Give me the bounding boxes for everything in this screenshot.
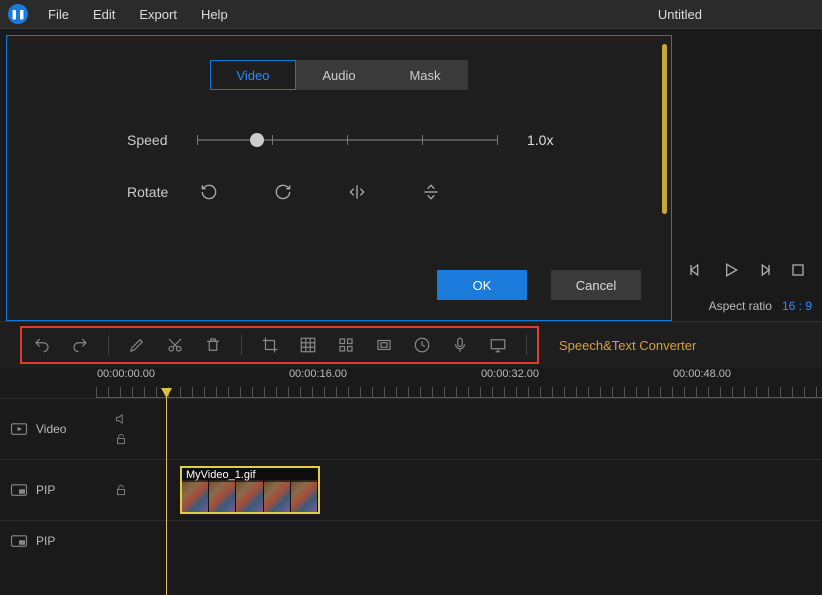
- menu-edit[interactable]: Edit: [81, 7, 127, 22]
- timecode: 00:00:48.00: [673, 368, 731, 380]
- rotate-ccw-icon[interactable]: [197, 180, 221, 204]
- grid-icon[interactable]: [336, 335, 356, 355]
- track-label: Video: [36, 422, 66, 436]
- flip-horizontal-icon[interactable]: [345, 180, 369, 204]
- track-body[interactable]: MyVideo_1.gif: [136, 460, 822, 520]
- track-body[interactable]: [136, 521, 822, 561]
- delete-icon[interactable]: [203, 335, 223, 355]
- aspect-ratio-value[interactable]: 16 : 9: [782, 299, 812, 313]
- tab-audio[interactable]: Audio: [296, 60, 382, 90]
- ok-button[interactable]: OK: [437, 270, 527, 300]
- video-track-icon: [10, 422, 28, 436]
- properties-panel: Video Audio Mask Speed 1.0x Rotate: [6, 35, 672, 321]
- pip-track-icon: [10, 483, 28, 497]
- redo-icon[interactable]: [70, 335, 90, 355]
- speed-slider[interactable]: [197, 130, 497, 150]
- timeline-ruler[interactable]: 00:00:00.00 00:00:16.00 00:00:32.00 00:0…: [96, 368, 822, 398]
- cut-icon[interactable]: [165, 335, 185, 355]
- screen-record-icon[interactable]: [488, 335, 508, 355]
- speed-value: 1.0x: [527, 132, 553, 148]
- clip-title: MyVideo_1.gif: [182, 468, 318, 482]
- stop-icon[interactable]: [788, 260, 808, 285]
- divider: [526, 335, 527, 355]
- timecode: 00:00:16.00: [289, 368, 347, 380]
- edit-icon[interactable]: [127, 335, 147, 355]
- mosaic-icon[interactable]: [298, 335, 318, 355]
- speech-text-converter-link[interactable]: Speech&Text Converter: [559, 338, 696, 353]
- play-icon[interactable]: [720, 260, 740, 285]
- rotate-label: Rotate: [127, 184, 197, 200]
- menu-help[interactable]: Help: [189, 7, 240, 22]
- time-icon[interactable]: [412, 335, 432, 355]
- timecode: 00:00:32.00: [481, 368, 539, 380]
- speed-label: Speed: [127, 132, 197, 148]
- timecode: 00:00:00.00: [97, 368, 155, 380]
- divider: [241, 335, 242, 355]
- timeline-clip[interactable]: MyVideo_1.gif: [180, 466, 320, 514]
- menubar: ❚❚ File Edit Export Help Untitled: [0, 0, 822, 29]
- track-body[interactable]: [136, 399, 822, 459]
- lock-icon[interactable]: [114, 483, 128, 497]
- zoom-icon[interactable]: [374, 335, 394, 355]
- track-pip: PIP MyVideo_1.gif: [0, 459, 822, 520]
- track-pip: PIP: [0, 520, 822, 561]
- pip-track-icon: [10, 534, 28, 548]
- track-label: PIP: [36, 534, 55, 548]
- menu-file[interactable]: File: [36, 7, 81, 22]
- flip-vertical-icon[interactable]: [419, 180, 443, 204]
- app-logo-icon: ❚❚: [8, 4, 28, 24]
- tab-mask[interactable]: Mask: [382, 60, 468, 90]
- document-title: Untitled: [658, 7, 702, 22]
- undo-icon[interactable]: [32, 335, 52, 355]
- prev-frame-icon[interactable]: [686, 260, 706, 285]
- lock-icon[interactable]: [114, 432, 128, 446]
- track-video: Video: [0, 398, 822, 459]
- track-label: PIP: [36, 483, 55, 497]
- aspect-ratio-label: Aspect ratio: [709, 299, 772, 313]
- crop-icon[interactable]: [260, 335, 280, 355]
- timeline: 00:00:00.00 00:00:16.00 00:00:32.00 00:0…: [0, 368, 822, 595]
- edit-toolbox: [20, 326, 539, 364]
- playhead[interactable]: [166, 392, 167, 595]
- next-frame-icon[interactable]: [754, 260, 774, 285]
- cancel-button[interactable]: Cancel: [551, 270, 641, 300]
- volume-icon[interactable]: [114, 412, 128, 426]
- menu-export[interactable]: Export: [127, 7, 189, 22]
- voiceover-icon[interactable]: [450, 335, 470, 355]
- tab-video[interactable]: Video: [210, 60, 296, 90]
- divider: [108, 335, 109, 355]
- rotate-cw-icon[interactable]: [271, 180, 295, 204]
- preview-column: Aspect ratio 16 : 9: [672, 29, 822, 321]
- panel-scrollbar[interactable]: [662, 44, 667, 214]
